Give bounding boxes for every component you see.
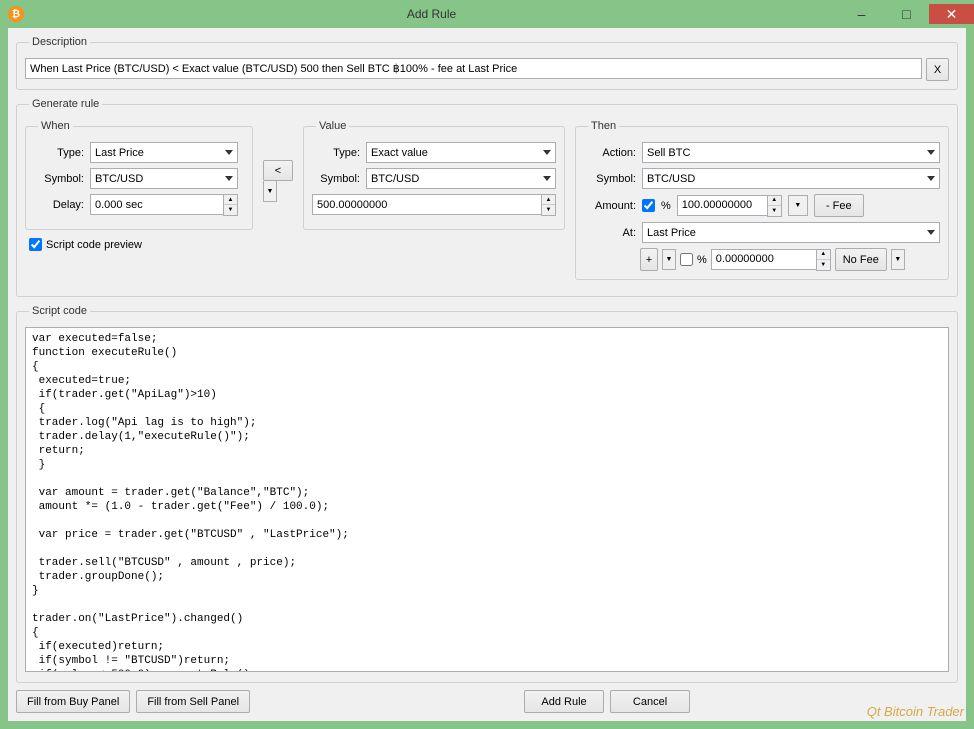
description-fieldset: Description X [16,36,958,90]
script-code-textarea[interactable]: var executed=false; function executeRule… [25,327,949,672]
then-symbol-label: Symbol: [584,173,636,185]
minimize-button[interactable]: – [839,4,884,24]
when-delay-spinner[interactable]: ▲▼ [223,194,238,216]
amount-percent-label: % [661,200,671,212]
then-fieldset: Then Action: Sell BTC Symbol: BTC/USD Am… [575,120,949,280]
value-symbol-select[interactable]: BTC/USD [366,168,556,189]
fill-from-sell-button[interactable]: Fill from Sell Panel [136,690,250,713]
then-action-label: Action: [584,147,636,159]
window-title: Add Rule [24,7,839,21]
add-rule-button[interactable]: Add Rule [524,690,604,713]
then-amount-input[interactable] [677,195,767,216]
close-button[interactable]: ✕ [929,4,974,24]
description-input[interactable] [25,58,922,79]
then-symbol-select[interactable]: BTC/USD [642,168,940,189]
when-legend: When [38,120,73,132]
offset-percent-label: % [697,254,707,266]
when-delay-input[interactable] [90,194,223,215]
when-symbol-select[interactable]: BTC/USD [90,168,238,189]
then-legend: Then [588,120,619,132]
offset-checkbox[interactable] [680,253,693,266]
minus-fee-button[interactable]: - Fee [814,194,864,217]
then-at-label: At: [584,227,636,239]
brand-label: Qt Bitcoin Trader [867,704,964,719]
value-amount-spinner[interactable]: ▲▼ [541,194,556,216]
description-legend: Description [29,36,90,48]
description-clear-button[interactable]: X [926,58,949,81]
value-amount-input[interactable] [312,194,541,215]
then-amount-label: Amount: [584,200,636,212]
bottom-toolbar: Fill from Buy Panel Fill from Sell Panel… [16,690,958,713]
script-code-fieldset: Script code var executed=false; function… [16,305,958,683]
value-type-label: Type: [312,147,360,159]
when-type-select[interactable]: Last Price [90,142,238,163]
script-code-legend: Script code [29,305,90,317]
cancel-button[interactable]: Cancel [610,690,690,713]
when-fieldset: When Type: Last Price Symbol: BTC/USD De… [25,120,253,230]
offset-input[interactable] [711,249,816,270]
then-at-select[interactable]: Last Price [642,222,940,243]
amount-dropdown[interactable]: ▼ [788,195,808,216]
nofee-dropdown[interactable]: ▼ [891,249,905,270]
then-action-select[interactable]: Sell BTC [642,142,940,163]
offset-spinner[interactable]: ▲▼ [816,249,831,271]
fill-from-buy-button[interactable]: Fill from Buy Panel [16,690,130,713]
content-area: Description X Generate rule When Type: L… [8,28,966,721]
no-fee-button[interactable]: No Fee [835,248,887,271]
when-delay-label: Delay: [34,199,84,211]
compare-dropdown[interactable]: ▼ [263,181,277,202]
less-than-button[interactable]: < [263,160,293,181]
value-type-select[interactable]: Exact value [366,142,556,163]
script-preview-label: Script code preview [46,239,142,251]
value-legend: Value [316,120,349,132]
then-amount-spinner[interactable]: ▲▼ [767,195,782,217]
generate-rule-fieldset: Generate rule When Type: Last Price Symb… [16,98,958,297]
value-fieldset: Value Type: Exact value Symbol: BTC/USD … [303,120,565,230]
maximize-button[interactable]: □ [884,4,929,24]
titlebar: ₿ Add Rule – □ ✕ [0,0,974,28]
script-preview-checkbox[interactable] [29,238,42,251]
when-symbol-label: Symbol: [34,173,84,185]
amount-checkbox[interactable] [642,199,655,212]
plus-dropdown[interactable]: ▼ [662,249,676,270]
generate-rule-legend: Generate rule [29,98,102,110]
bitcoin-icon: ₿ [8,6,24,22]
window-controls: – □ ✕ [839,4,974,24]
value-symbol-label: Symbol: [312,173,360,185]
when-type-label: Type: [34,147,84,159]
plus-button[interactable]: + [640,248,658,271]
